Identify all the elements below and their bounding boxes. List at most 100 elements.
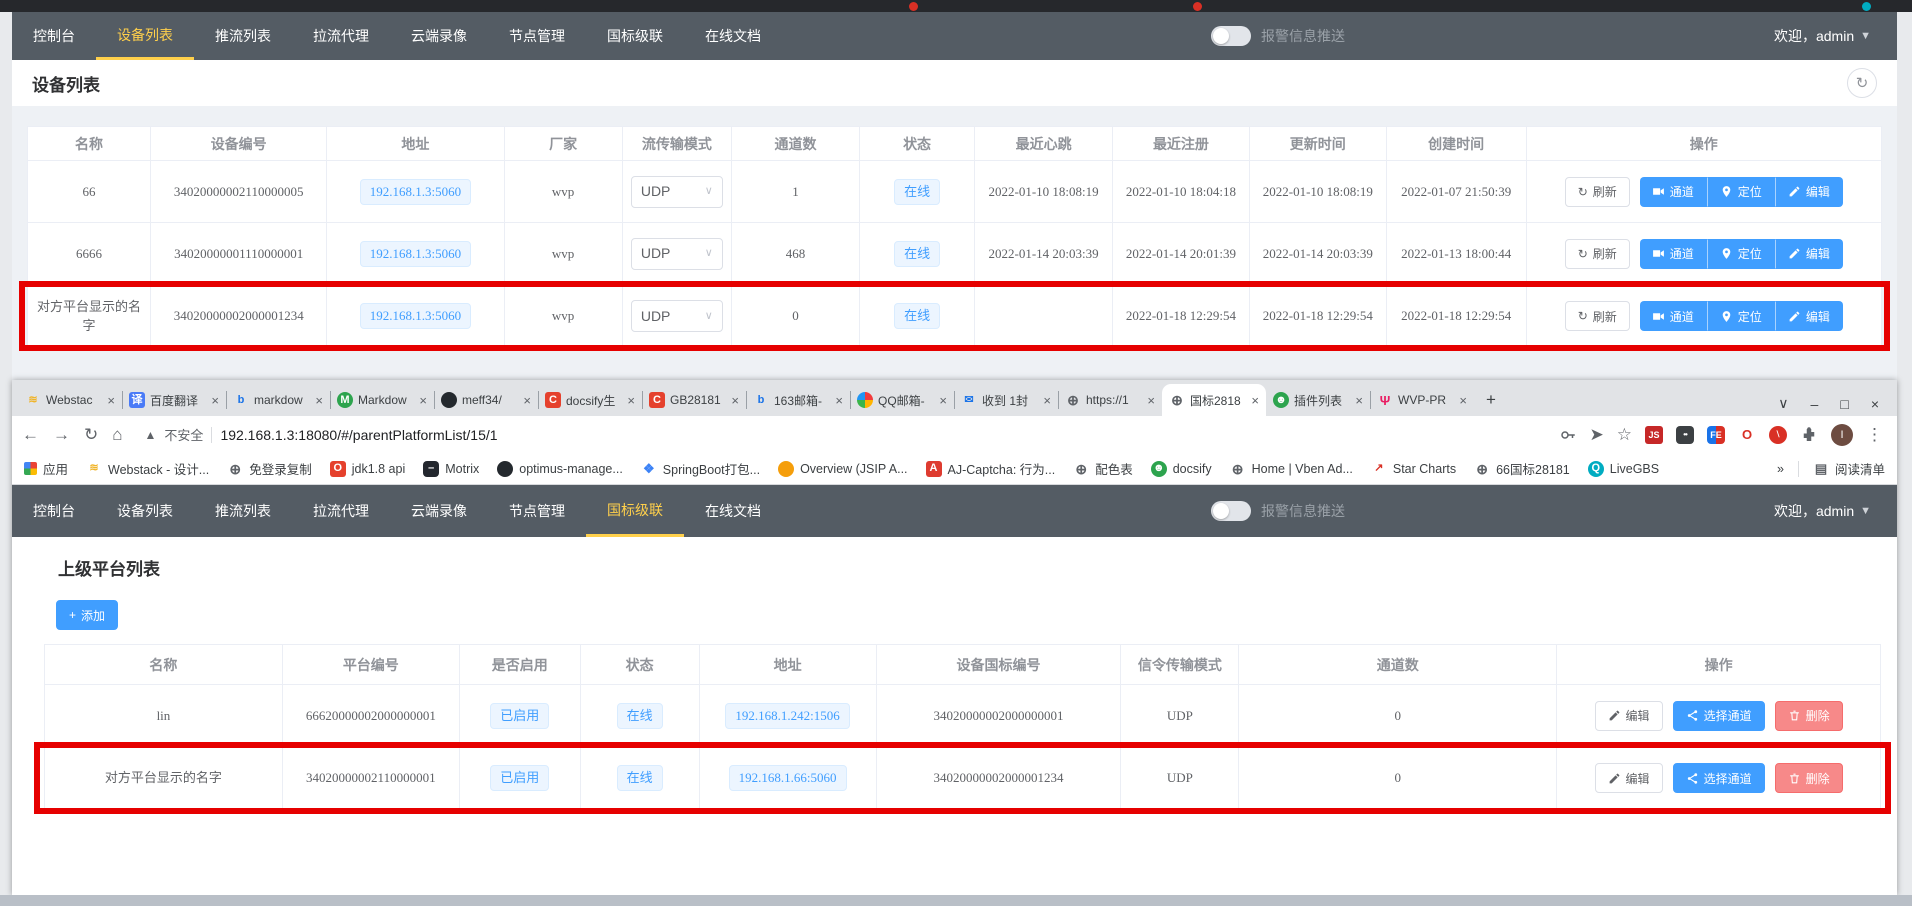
alarm-push-switch[interactable]	[1211, 26, 1251, 46]
bookmark-star-icon[interactable]: ☆	[1617, 425, 1632, 445]
select-channel-button[interactable]: 选择通道	[1673, 763, 1765, 793]
close-window-button[interactable]: ×	[1871, 396, 1879, 412]
nav-tab[interactable]: 推流列表	[194, 485, 292, 537]
nav-tab[interactable]: 拉流代理	[292, 485, 390, 537]
minimize-button[interactable]: –	[1811, 396, 1819, 412]
bookmark-item[interactable]: ⊕ 配色表	[1073, 459, 1133, 478]
close-icon[interactable]: ×	[419, 393, 427, 408]
maximize-button[interactable]: □	[1840, 396, 1848, 412]
edit-button[interactable]: 编辑	[1775, 177, 1843, 207]
bookmark-item[interactable]: ❖ SpringBoot打包...	[641, 459, 760, 478]
bookmark-item[interactable]: ⊕ 免登录复制	[227, 459, 312, 478]
bookmarks-overflow-icon[interactable]: »	[1777, 462, 1784, 476]
apps-shortcut[interactable]: 应用	[24, 459, 68, 478]
forward-icon[interactable]: →	[53, 425, 70, 445]
add-platform-button[interactable]: + 添加	[56, 600, 118, 630]
nav-tab[interactable]: 控制台	[12, 485, 96, 537]
close-icon[interactable]: ×	[627, 393, 635, 408]
bookmark-item[interactable]: ⊕ Home | Vben Ad...	[1230, 461, 1353, 477]
nav-tab[interactable]: 设备列表	[96, 12, 194, 60]
edit-button[interactable]: 编辑	[1775, 301, 1843, 331]
reading-list-button[interactable]: ▤ 阅读清单	[1813, 459, 1885, 478]
close-icon[interactable]: ×	[1251, 393, 1259, 408]
edit-platform-button[interactable]: 编辑	[1595, 763, 1663, 793]
edit-button[interactable]: 编辑	[1775, 239, 1843, 269]
bookmark-item[interactable]: – Motrix	[423, 461, 479, 477]
select-channel-button[interactable]: 选择通道	[1673, 701, 1765, 731]
bookmark-item[interactable]: ⊕ 66国标28181	[1474, 459, 1570, 478]
extension-js-icon[interactable]: JS	[1645, 426, 1663, 444]
browser-tab[interactable]: b 163邮箱- ×	[746, 384, 850, 416]
close-icon[interactable]: ×	[523, 393, 531, 408]
browser-tab[interactable]: Ψ WVP-PR ×	[1370, 384, 1474, 416]
bookmark-item[interactable]: ☻ docsify	[1151, 461, 1212, 477]
address-tag[interactable]: 192.168.1.3:5060	[360, 303, 471, 329]
home-icon[interactable]: ⌂	[112, 425, 122, 445]
tab-search-icon[interactable]: ∨	[1778, 395, 1788, 412]
refresh-page-button[interactable]: ↻	[1847, 68, 1877, 98]
close-icon[interactable]: ×	[939, 393, 947, 408]
extension-o-icon[interactable]: O	[1738, 426, 1756, 444]
user-menu[interactable]: 欢迎，admin ▼	[1774, 485, 1897, 537]
channels-button[interactable]: 通道	[1640, 301, 1707, 331]
nav-tab[interactable]: 设备列表	[96, 485, 194, 537]
close-icon[interactable]: ×	[315, 393, 323, 408]
browser-tab[interactable]: ⊕ 国标2818 ×	[1162, 384, 1266, 416]
nav-tab[interactable]: 云端录像	[390, 12, 488, 60]
address-tag[interactable]: 192.168.1.66:5060	[729, 765, 847, 791]
nav-tab[interactable]: 在线文档	[684, 12, 782, 60]
bookmark-item[interactable]: Overview (JSIP A...	[778, 461, 907, 477]
close-icon[interactable]: ×	[835, 393, 843, 408]
new-tab-button[interactable]: +	[1478, 387, 1504, 413]
delete-platform-button[interactable]: 删除	[1775, 763, 1843, 793]
close-icon[interactable]: ×	[1459, 393, 1467, 408]
extension-fe-icon[interactable]: FE	[1707, 426, 1725, 444]
nav-tab[interactable]: 国标级联	[586, 12, 684, 60]
close-icon[interactable]: ×	[1147, 393, 1155, 408]
browser-tab[interactable]: M Markdow ×	[330, 384, 434, 416]
kebab-menu-icon[interactable]: ⋮	[1866, 425, 1883, 445]
close-icon[interactable]: ×	[731, 393, 739, 408]
extension-blocker-icon[interactable]: ⧵	[1769, 426, 1787, 444]
browser-tab[interactable]: QQ邮箱- ×	[850, 384, 954, 416]
close-icon[interactable]: ×	[107, 393, 115, 408]
back-icon[interactable]: ←	[22, 425, 39, 445]
browser-tab[interactable]: C GB28181 ×	[642, 384, 746, 416]
bookmark-item[interactable]: A AJ-Captcha: 行为...	[926, 459, 1056, 478]
bookmark-item[interactable]: O jdk1.8 api	[330, 461, 406, 477]
stream-mode-select[interactable]: UDP∨	[631, 176, 723, 208]
reload-icon[interactable]: ↻	[84, 425, 98, 445]
locate-button[interactable]: 定位	[1707, 177, 1775, 207]
nav-tab[interactable]: 国标级联	[586, 485, 684, 537]
nav-tab[interactable]: 节点管理	[488, 485, 586, 537]
close-icon[interactable]: ×	[211, 393, 219, 408]
address-bar[interactable]: ▲ 不安全 192.168.1.3:18080/#/parentPlatform…	[137, 425, 1545, 444]
browser-tab[interactable]: 译 百度翻译 ×	[122, 384, 226, 416]
avatar[interactable]: I	[1831, 424, 1853, 446]
locate-button[interactable]: 定位	[1707, 239, 1775, 269]
bookmark-item[interactable]: ↗ Star Charts	[1371, 461, 1456, 477]
bookmark-item[interactable]: optimus-manage...	[497, 461, 623, 477]
alarm-push-switch[interactable]	[1211, 501, 1251, 521]
address-tag[interactable]: 192.168.1.242:1506	[725, 703, 849, 729]
extension-robot-icon[interactable]: ••	[1676, 426, 1694, 444]
nav-tab[interactable]: 在线文档	[684, 485, 782, 537]
stream-mode-select[interactable]: UDP∨	[631, 238, 723, 270]
close-icon[interactable]: ×	[1043, 393, 1051, 408]
bookmark-item[interactable]: Q LiveGBS	[1588, 461, 1659, 477]
user-menu[interactable]: 欢迎，admin ▼	[1774, 12, 1897, 60]
browser-tab[interactable]: b markdow ×	[226, 384, 330, 416]
browser-tab[interactable]: meff34/ ×	[434, 384, 538, 416]
nav-tab[interactable]: 控制台	[12, 12, 96, 60]
close-icon[interactable]: ×	[1355, 393, 1363, 408]
refresh-device-button[interactable]: ↻刷新	[1565, 239, 1630, 269]
extensions-puzzle-icon[interactable]	[1800, 426, 1818, 444]
browser-tab[interactable]: ⊕ https://1 ×	[1058, 384, 1162, 416]
stream-mode-select[interactable]: UDP∨	[631, 300, 723, 332]
channels-button[interactable]: 通道	[1640, 177, 1707, 207]
browser-tab[interactable]: ≋ Webstac ×	[18, 384, 122, 416]
refresh-device-button[interactable]: ↻刷新	[1565, 301, 1630, 331]
password-key-icon[interactable]	[1559, 426, 1577, 444]
nav-tab[interactable]: 拉流代理	[292, 12, 390, 60]
delete-platform-button[interactable]: 删除	[1775, 701, 1843, 731]
